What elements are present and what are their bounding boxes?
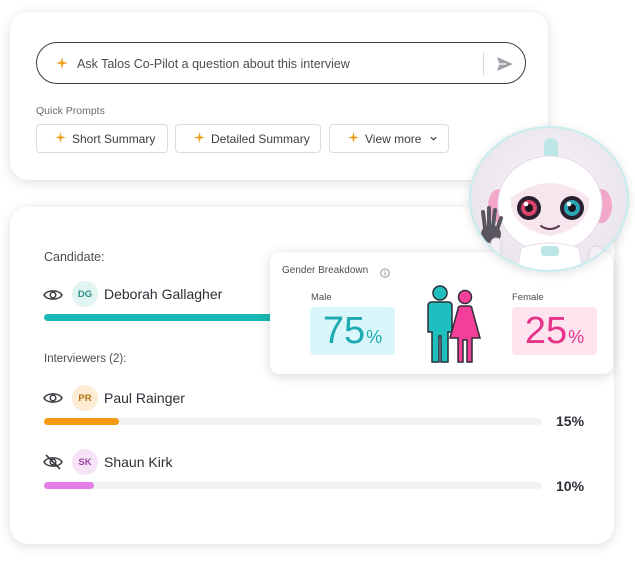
interviewer-percent: 10%: [556, 478, 585, 494]
male-value: 75: [322, 310, 366, 352]
interviewer-name: Shaun Kirk: [104, 454, 173, 470]
view-more-label: View more: [365, 131, 422, 146]
ask-bar[interactable]: [36, 42, 526, 84]
avatar: PR: [72, 385, 98, 411]
short-summary-button[interactable]: Short Summary: [36, 124, 168, 153]
candidate-label: Candidate:: [44, 250, 105, 264]
robot-illustration: [481, 138, 612, 270]
sparkle-icon: [55, 131, 66, 146]
ask-input[interactable]: [77, 54, 467, 74]
detailed-summary-button[interactable]: Detailed Summary: [175, 124, 321, 153]
info-icon[interactable]: [380, 265, 390, 283]
send-icon[interactable]: [495, 54, 515, 74]
avatar: DG: [72, 281, 98, 307]
eye-icon[interactable]: [43, 287, 63, 303]
candidate-name: Deborah Gallagher: [104, 286, 223, 302]
sparkle-icon: [348, 131, 359, 146]
female-unit: %: [568, 327, 585, 347]
short-summary-label: Short Summary: [72, 131, 156, 146]
eye-off-icon[interactable]: [43, 454, 63, 470]
copilot-card: Quick Prompts Short Summary Detailed Sum…: [10, 12, 548, 180]
interviewer-percent: 15%: [556, 413, 585, 429]
eye-icon[interactable]: [43, 390, 63, 406]
view-more-button[interactable]: View more: [329, 124, 449, 153]
interviewers-label: Interviewers (2):: [44, 353, 127, 365]
detailed-summary-label: Detailed Summary: [211, 131, 310, 146]
female-percent-box: 25 %: [512, 307, 597, 355]
interviewer-bar-fill: [44, 418, 119, 425]
ask-divider: [483, 53, 484, 75]
robot-mascot: [469, 126, 629, 272]
avatar: SK: [72, 449, 98, 475]
interviewer-name: Paul Rainger: [104, 390, 185, 406]
female-value: 25: [524, 310, 568, 352]
sparkle-icon: [56, 56, 68, 74]
male-unit: %: [366, 327, 383, 347]
male-percent-box: 75 %: [310, 307, 395, 355]
sparkle-icon: [194, 131, 205, 146]
gender-figures-icon: [427, 285, 481, 363]
male-label: Male: [311, 292, 332, 303]
interviewer-bar-fill: [44, 482, 94, 489]
gender-breakdown-title: Gender Breakdown: [282, 265, 369, 276]
female-label: Female: [512, 292, 544, 303]
chevron-down-icon: [429, 132, 438, 146]
interviewer-bar-track: [44, 418, 542, 425]
quick-prompts-label: Quick Prompts: [36, 105, 105, 117]
interviewer-bar-track: [44, 482, 542, 489]
